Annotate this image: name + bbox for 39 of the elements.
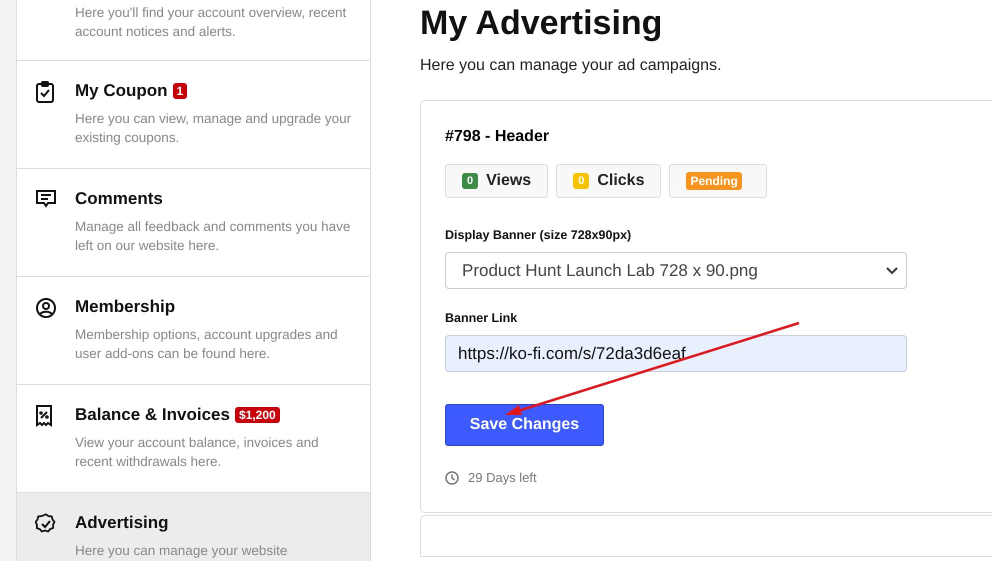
save-button[interactable]: Save Changes [445,404,604,446]
sidebar-item[interactable]: My Coupon 1 Here you can view, manage and upgrade your existing coupons. [17,61,370,169]
status-badge: Pending [686,172,742,190]
item-title: Comments [75,189,163,209]
time-left: 29 Days left [468,470,537,485]
field-label: Display Banner (size 728x90px) [445,228,632,243]
receipt-percent-icon [35,405,53,427]
item-title: Advertising [75,513,169,533]
comment-icon [35,189,57,209]
sidebar-item[interactable]: Comments Manage all feedback and comments you have left on our website here. [17,169,370,277]
stat-label: Clicks [597,172,644,190]
item-description: View your account balance, invoices and recent withdrawals here. [75,434,320,471]
count-badge: 1 [172,83,188,99]
item-description: Here you'll find your account overview, recent account notices and alerts. [75,4,348,41]
item-title: My Coupon [75,81,168,101]
item-title: Membership [75,297,176,317]
item-description: Membership options, account upgrades and user add-ons can be found here. [75,326,339,363]
page-title: My Advertising [420,4,664,43]
item-title: Balance & Invoices [75,405,230,425]
count-badge: 0 [573,173,590,189]
item-description: Here you can view, manage and upgrade your existing coupons. [75,110,352,147]
sidebar-item[interactable]: Advertising Here you can manage your website [17,493,370,561]
field-label: Banner Link [445,311,518,326]
count-badge: $1,200 [234,407,280,423]
badge-check-icon [35,513,57,535]
campaign-title: #798 - Header [445,128,550,146]
page-subtitle: Here you can manage your ad campaigns. [420,57,723,75]
item-description: Here you can manage your website [75,542,288,560]
sidebar-item[interactable]: Membership Membership options, account upgrades and user add-ons can be found here. [17,277,370,385]
stat-label: Views [486,172,532,190]
clock-icon [445,470,459,484]
sidebar-item[interactable]: Here you'll find your account overview, recent account notices and alerts. [17,0,370,61]
chevron-down-icon [886,266,898,274]
link-input[interactable]: https://ko-fi.com/s/72da3d6eaf [445,335,907,372]
item-description: Manage all feedback and comments you have left on our website here. [75,218,352,255]
clipboard-check-icon [35,81,55,103]
user-circle-icon [35,297,57,319]
count-badge: 0 [462,173,478,189]
banner-select[interactable]: Product Hunt Launch Lab 728 x 90.png [445,252,907,289]
